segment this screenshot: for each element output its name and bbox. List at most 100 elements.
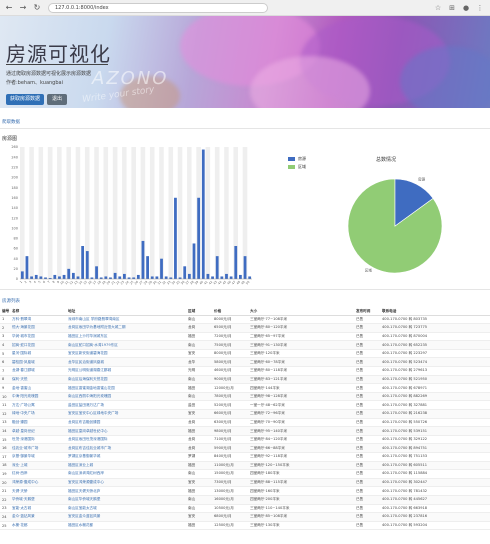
bar[interactable] (155, 276, 159, 279)
table-cell-link[interactable]: 南山区蛇口招商·水湾1979东区 (66, 340, 186, 350)
bar[interactable] (229, 276, 233, 279)
bar[interactable] (118, 276, 122, 279)
bar[interactable] (62, 274, 66, 279)
table-cell-link[interactable]: 保利·天悦 (10, 375, 66, 385)
table-cell-link[interactable]: 宝安区金众蓝钻风景 (66, 512, 186, 522)
table-cell-link[interactable]: 金地·香蜜山 (10, 383, 66, 393)
table-cell-link[interactable]: 世茂·深港国际 (10, 435, 66, 445)
table-cell-link[interactable]: 福田区香蜜湖金地香蜜山花园 (66, 383, 186, 393)
bar[interactable] (146, 256, 149, 279)
bar[interactable] (201, 149, 205, 279)
bar[interactable] (160, 258, 163, 279)
table-cell-link[interactable]: 金众·蓝钻风景 (10, 512, 66, 522)
table-cell-link[interactable]: 龙岗区坂田世茂深港国际 (66, 435, 186, 445)
bar[interactable] (53, 274, 57, 279)
table-cell-link[interactable]: 盐田区盐田港万达广场 (66, 400, 186, 411)
bar[interactable] (183, 266, 187, 279)
table-cell-link[interactable]: 龙岗区布吉佳兆业城市广场 (66, 443, 186, 453)
forward-arrow-icon[interactable]: → (18, 3, 28, 13)
bar[interactable] (123, 273, 126, 279)
table-cell-link[interactable]: 宝安区鸿荣源壹成中心 (66, 478, 186, 488)
table-cell-link[interactable]: 福田区深业上城 (66, 461, 186, 471)
section-link-list[interactable]: 房源列表 (2, 298, 20, 304)
table-cell-link[interactable]: 南山区后海保利天悦花园 (66, 375, 186, 385)
table-cell-link[interactable]: 万科·翡翠湾 (10, 315, 66, 325)
table-cell-link[interactable]: 万达·广场公寓 (10, 400, 66, 411)
bar[interactable] (30, 276, 33, 279)
table-cell-link[interactable]: 南山区西丽中海阳光玫瑰园 (66, 392, 186, 402)
table-cell-link[interactable]: 龙岗区坂田华为基地附近恒大城二期 (66, 323, 186, 333)
table-cell-link[interactable]: 宝安区宝安中心区绿地中央广场 (66, 409, 186, 419)
table-cell-link[interactable]: 鸿荣源·壹成中心 (10, 478, 66, 488)
bar[interactable] (239, 274, 242, 279)
bar[interactable] (197, 197, 201, 279)
bar[interactable] (141, 240, 145, 279)
table-cell-link[interactable]: 天健·天骄 (10, 486, 66, 496)
table-cell-link[interactable]: 福田区上沙村华润城东区 (66, 332, 186, 342)
bar[interactable] (95, 266, 98, 279)
table-cell-link[interactable]: 宝安区新安街道碧海花园 (66, 349, 186, 359)
table-cell-link[interactable]: 绿地·中央广场 (10, 409, 66, 419)
table-cell-link[interactable]: 南山区宝能太古城 (66, 504, 186, 514)
table-cell-link[interactable]: 龙岗区布吉融创臻园 (66, 418, 186, 428)
bar[interactable] (220, 276, 224, 279)
table-cell-link[interactable]: 深圳市南山区 学府路翡翠湾南区 (66, 315, 186, 325)
bar[interactable] (81, 246, 85, 279)
table-cell-link[interactable]: 南山区华侨城天鹅堡 (66, 495, 186, 505)
table-cell-link[interactable]: 龙湖·春江郦城 (10, 366, 66, 376)
bar[interactable] (136, 274, 140, 279)
bar[interactable] (192, 243, 196, 279)
bar[interactable] (243, 256, 247, 279)
table-cell-link[interactable]: 福田区天健天骄北庐 (66, 486, 186, 496)
bar[interactable] (215, 256, 219, 279)
table-cell-link[interactable]: 京基·御景华城 (10, 452, 66, 462)
table-cell-link[interactable]: 宝能·太古城 (10, 504, 66, 514)
table-cell-link[interactable]: 深业·上城 (10, 461, 66, 471)
table-cell-link[interactable]: 红树·西岸 (10, 469, 66, 479)
extensions-icon[interactable]: ⊞ (448, 4, 456, 12)
table-cell-link[interactable]: 福田区水榭花都 (66, 521, 186, 531)
logout-button[interactable]: 退出 (47, 94, 67, 105)
table-cell-link[interactable]: 福田区皇岗卓越世纪中心 (66, 426, 186, 436)
bar[interactable] (58, 276, 61, 279)
section-link-crawl[interactable]: 爬取数据 (2, 119, 20, 125)
bar[interactable] (67, 268, 71, 279)
table-cell-link[interactable]: 龙华区民治街道凤凰城 (66, 357, 186, 368)
table-cell-link[interactable]: 融创·臻园 (10, 418, 66, 428)
bar[interactable] (225, 273, 228, 279)
bar[interactable] (187, 273, 191, 279)
table-cell-link[interactable]: 星河·国际城 (10, 349, 66, 359)
bar[interactable] (206, 273, 210, 279)
star-icon[interactable]: ☆ (434, 4, 442, 12)
bar[interactable] (39, 276, 43, 279)
table-cell-link[interactable]: 恒大·海景花园 (10, 323, 66, 333)
table-cell-link[interactable]: 南山区深圳湾红树西岸 (66, 469, 186, 479)
bar[interactable] (20, 271, 24, 279)
bar[interactable] (85, 251, 89, 279)
table-cell-link[interactable]: 华侨城·天鹅堡 (10, 495, 66, 505)
bar[interactable] (76, 276, 80, 279)
back-arrow-icon[interactable]: ← (4, 3, 14, 13)
table-cell-link[interactable]: 光明区公明街道湖春江郦城 (66, 366, 186, 376)
profile-icon[interactable]: ● (462, 4, 470, 12)
bar[interactable] (234, 246, 238, 279)
menu-icon[interactable]: ⋮ (476, 4, 484, 12)
bar[interactable] (174, 197, 177, 279)
reload-icon[interactable]: ↻ (32, 3, 42, 13)
bar[interactable] (25, 256, 29, 279)
bar[interactable] (164, 276, 168, 279)
bar[interactable] (248, 276, 252, 279)
table-cell-link[interactable]: 水榭·花都 (10, 521, 66, 531)
bar[interactable] (113, 272, 117, 279)
table-cell-link[interactable]: 罗湖区京基御景华城 (66, 452, 186, 462)
bar[interactable] (211, 276, 214, 279)
table-cell-link[interactable]: 卓越·皇岗世纪 (10, 426, 66, 436)
bar[interactable] (104, 276, 108, 279)
table-cell-link[interactable]: 中海·阳光玫瑰园 (10, 392, 66, 402)
bar[interactable] (150, 276, 154, 279)
bar[interactable] (34, 274, 38, 279)
table-cell-link[interactable]: 招商·蛇口花园 (10, 340, 66, 350)
table-cell-link[interactable]: 佳兆业·城市广场 (10, 443, 66, 453)
bar[interactable] (71, 272, 75, 279)
fetch-data-button[interactable]: 获取房源数据 (6, 94, 44, 105)
